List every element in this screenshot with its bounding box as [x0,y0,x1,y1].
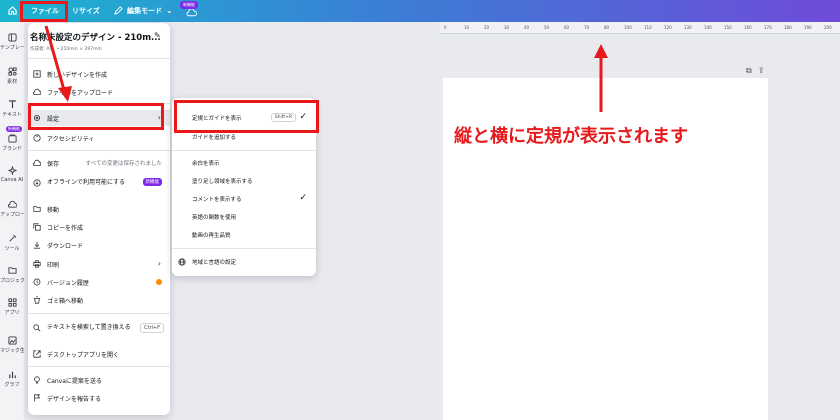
arrow-to-ruler [594,44,608,112]
arrow-to-settings [44,25,72,102]
annotation-arrows [44,25,608,112]
